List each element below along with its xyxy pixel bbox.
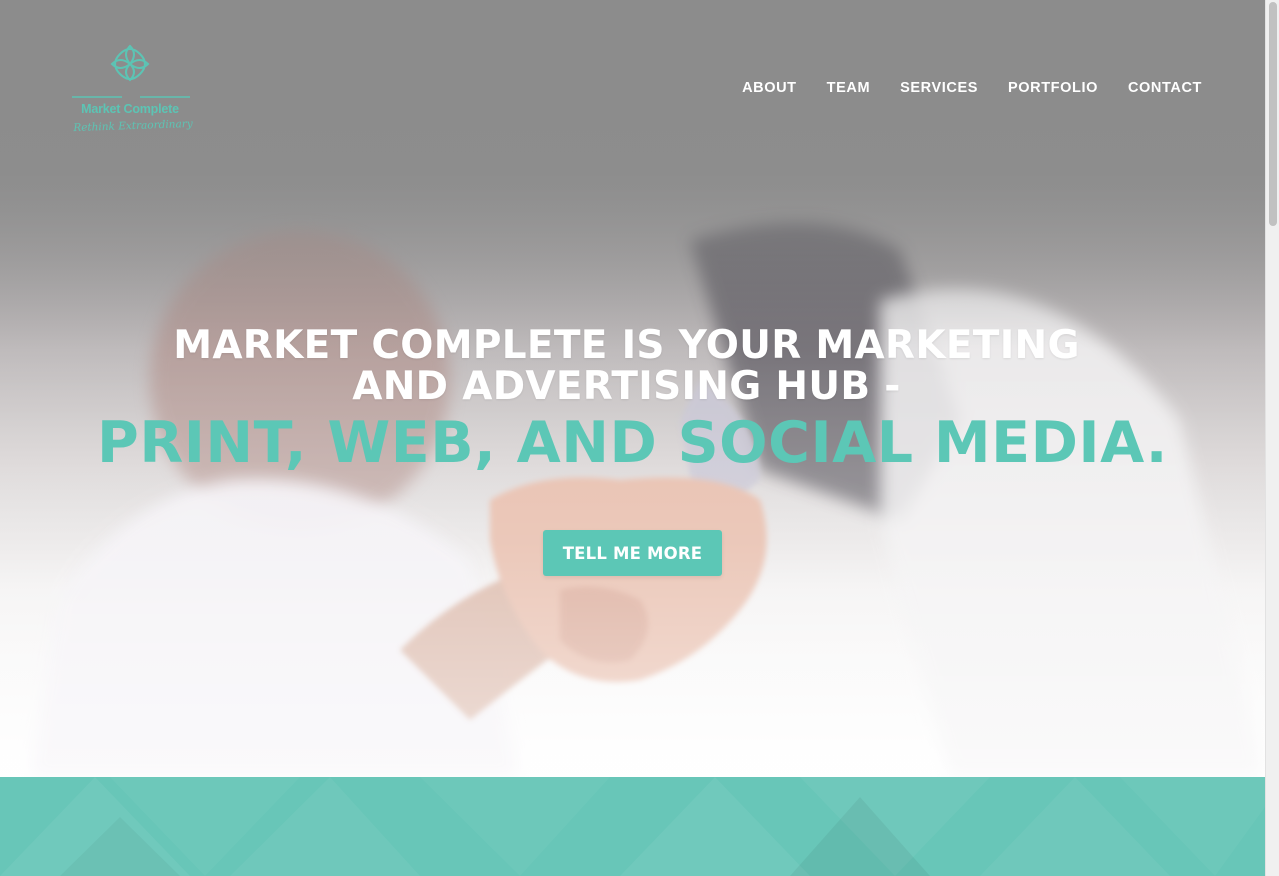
- page-scrollbar[interactable]: [1265, 0, 1279, 876]
- page: Market Complete Rethink Extraordinary AB…: [0, 0, 1265, 876]
- hero-subheadline: PRINT, WEB, AND SOCIAL MEDIA.: [97, 410, 1168, 476]
- hero-headline-line-1: MARKET COMPLETE IS YOUR MARKETING: [173, 323, 1080, 369]
- nav-item-team[interactable]: TEAM: [827, 80, 870, 96]
- hero-section: Market Complete Rethink Extraordinary AB…: [0, 0, 1265, 777]
- logo-tagline: Rethink Extraordinary: [73, 117, 193, 135]
- nav-item-contact[interactable]: CONTACT: [1128, 80, 1202, 96]
- main-nav: ABOUT TEAM SERVICES PORTFOLIO CONTACT: [742, 80, 1202, 96]
- triangle-pattern: [0, 777, 1265, 876]
- hero-headline-line-2: AND ADVERTISING HUB -: [352, 364, 901, 410]
- logo[interactable]: Market Complete Rethink Extraordinary: [64, 42, 198, 152]
- teal-pattern-band: [0, 777, 1265, 876]
- scrollbar-thumb[interactable]: [1269, 2, 1277, 226]
- quatrefoil-flower-icon: [72, 44, 190, 98]
- nav-item-about[interactable]: ABOUT: [742, 80, 797, 96]
- hero-headline: MARKET COMPLETE IS YOUR MARKETING AND AD…: [0, 325, 1253, 407]
- nav-item-services[interactable]: SERVICES: [900, 80, 978, 96]
- tell-me-more-button[interactable]: TELL ME MORE: [543, 530, 722, 576]
- logo-name: Market Complete: [81, 102, 179, 116]
- nav-item-portfolio[interactable]: PORTFOLIO: [1008, 80, 1098, 96]
